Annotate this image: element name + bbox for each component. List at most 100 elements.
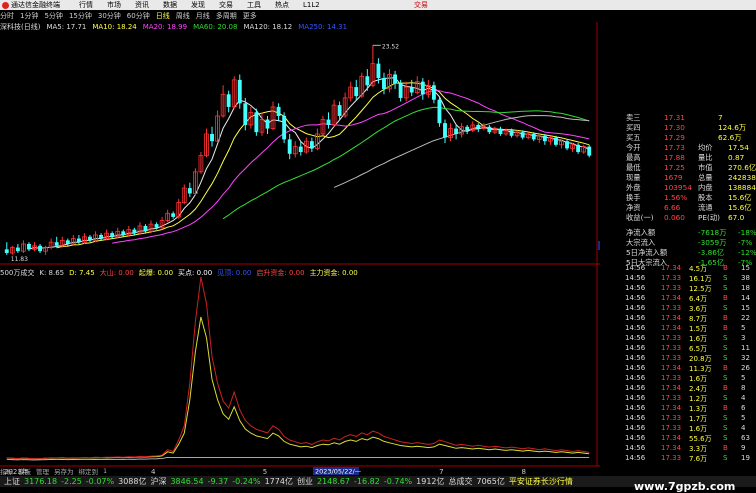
tick-count: 5 <box>741 324 746 332</box>
tick-price: 17.34 <box>661 444 682 452</box>
index-name: 上证 <box>4 477 20 486</box>
quote-row: 外盘 103954 内盘 138884 <box>600 183 756 193</box>
tick-volume: 3.6万 <box>689 305 708 313</box>
tick-list[interactable]: 14:56 17.34 4.5万 B 15 14:56 17.33 16.1万 S 38 14:56… <box>625 264 756 467</box>
tick-count: 38 <box>741 274 750 282</box>
quote-value: 17.25 <box>664 163 685 172</box>
flow-label: 大宗流入 <box>626 238 656 247</box>
flow-value: -7618万 <box>698 228 727 237</box>
tick-volume: 11.3万 <box>689 365 712 373</box>
candle-body-down <box>393 74 398 84</box>
tick-count: 19 <box>741 454 750 462</box>
tick-price: 17.34 <box>661 324 682 332</box>
quote-row: 最高 17.88 量比 0.87 <box>600 153 756 163</box>
candle-body-down <box>143 225 148 232</box>
quote-value: 0.060 <box>664 213 685 222</box>
quote-value: 1679 <box>664 173 683 182</box>
total-turnover-value: 7065亿 <box>476 477 505 486</box>
tool-manage[interactable]: 管理 <box>36 466 49 476</box>
tool-template[interactable]: 模板 <box>18 466 31 476</box>
tick-volume: 1.5万 <box>689 325 708 333</box>
candle-body-down <box>531 133 536 140</box>
tick-price: 17.34 <box>661 364 682 372</box>
candle-body-down <box>476 124 481 129</box>
flow-label: 净流入额 <box>626 228 656 237</box>
tool-bind[interactable]: 绑定到 <box>79 466 99 476</box>
tick-time: 14:56 <box>625 264 646 272</box>
quote-label-2: 量比 <box>698 153 713 162</box>
tick-count: 26 <box>741 364 750 372</box>
tick-row: 14:56 17.33 1.6万 S 4 <box>625 424 756 434</box>
candle-body-down <box>554 137 558 145</box>
candle-body-down <box>99 234 104 239</box>
quote-value-2: 242838 <box>728 173 756 182</box>
tick-count: 8 <box>741 384 746 392</box>
quote-value: 17.30 <box>664 123 685 132</box>
candle-body-down <box>276 106 281 116</box>
tick-time: 14:56 <box>625 414 646 422</box>
quote-row: 最低 17.25 市值 270.6亿 <box>600 163 756 173</box>
quote-row: 收益(一) 0.060 PE(动) 67.0 <box>600 213 756 223</box>
index-change: -16.82 <box>354 477 380 486</box>
quote-value: 17.31 <box>664 113 685 122</box>
total-turnover-label: 总成交 <box>448 477 473 486</box>
tick-price: 17.34 <box>661 264 682 272</box>
candle-body-down <box>65 240 70 244</box>
tick-row: 14:56 17.33 3.6万 S 15 <box>625 304 756 314</box>
flow-row: 大宗流入 -3059万 -7% <box>600 238 756 248</box>
index-amount: 1774亿 <box>264 477 293 486</box>
index-pct: -0.07% <box>85 477 115 486</box>
tick-price: 17.33 <box>661 414 682 422</box>
tick-count: 3 <box>741 334 746 342</box>
candle-body-down <box>88 236 92 241</box>
tick-row: 14:56 17.34 8.7万 B 22 <box>625 314 756 324</box>
high-label: 23.52 <box>382 43 399 50</box>
tick-time: 14:56 <box>625 284 646 292</box>
tick-row: 14:56 17.34 6.4万 B 14 <box>625 294 756 304</box>
candle-body-down <box>454 128 459 134</box>
candle-body-down <box>431 85 436 100</box>
candle-body-down <box>154 224 159 228</box>
quote-row: 今开 17.73 均价 17.54 <box>600 143 756 153</box>
flow-pct: -12% <box>738 248 756 257</box>
candle-body-down <box>487 126 492 133</box>
tick-side: S <box>723 354 728 362</box>
tool-page[interactable]: 1 <box>103 467 107 475</box>
flow-value: -3.86亿 <box>698 248 725 257</box>
tick-time: 14:56 <box>625 454 646 462</box>
tick-side: B <box>723 314 728 322</box>
candle-body-down <box>498 128 503 134</box>
candle-body-down <box>38 245 42 252</box>
tick-time: 14:56 <box>625 374 646 382</box>
tick-count: 9 <box>741 444 746 452</box>
candle-body-down <box>576 144 581 153</box>
tick-row: 14:56 17.34 3.3万 B 9 <box>625 444 756 454</box>
quote-value-2: 270.6亿 <box>728 163 756 172</box>
tick-time: 14:56 <box>625 394 646 402</box>
quote-value: 1.56% <box>664 193 688 202</box>
candle-body-down <box>326 119 331 125</box>
tick-side: S <box>723 344 728 352</box>
index-value: 3846.54 <box>170 477 204 486</box>
quote-value-2: 138884 <box>728 183 756 192</box>
indicator-header: 500万成交 K: 8.65 D: 7.45 大山: 0.00 起爆: 0.00… <box>0 268 600 277</box>
tool-save-as[interactable]: 另存为 <box>54 466 74 476</box>
quote-volume: 124.6万 <box>718 123 747 132</box>
tick-price: 17.34 <box>661 294 682 302</box>
tick-volume: 6.4万 <box>689 295 708 303</box>
quote-row: 买四 17.30 124.6万 <box>600 123 756 133</box>
tick-side: B <box>723 324 728 332</box>
quote-label-2: 均价 <box>698 143 713 152</box>
tick-time: 14:56 <box>625 304 646 312</box>
tick-count: 22 <box>741 314 750 322</box>
kline-chart[interactable]: 19.0018.0017.0016.0015.0014.0013.0023.52… <box>0 0 600 476</box>
candle-body-down <box>187 188 192 194</box>
tick-volume: 1.6万 <box>689 425 708 433</box>
indicator-item-1: 起爆: 0.00 <box>138 268 174 277</box>
tick-price: 17.34 <box>661 434 682 442</box>
tool-indicator[interactable]: 指标 <box>0 466 13 476</box>
tick-time: 14:56 <box>625 364 646 372</box>
quote-value: 17.73 <box>664 143 685 152</box>
quote-label: 换手 <box>626 193 641 202</box>
index-amount: 1912亿 <box>416 477 445 486</box>
